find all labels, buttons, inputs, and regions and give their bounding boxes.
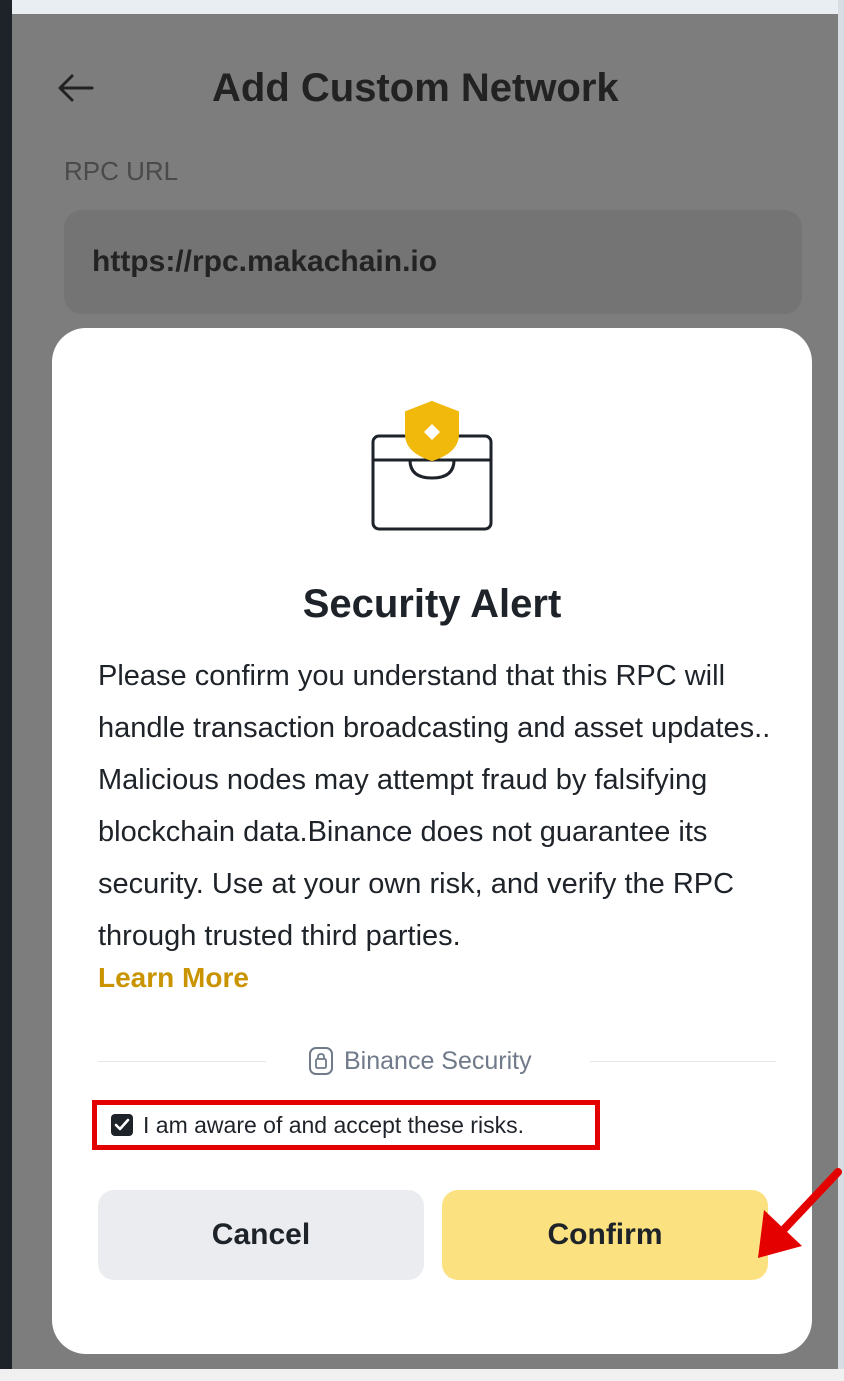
confirm-button[interactable]: Confirm bbox=[442, 1190, 768, 1280]
lock-icon bbox=[309, 1047, 333, 1075]
rpc-url-value: https://rpc.makachain.io bbox=[92, 245, 438, 278]
security-alert-modal: Security Alert Please confirm you unders… bbox=[52, 328, 812, 1354]
red-arrow-annotation bbox=[758, 1168, 842, 1258]
bottom-edge-bar bbox=[0, 1369, 844, 1381]
risk-acknowledgement-row[interactable]: I am aware of and accept these risks. bbox=[92, 1100, 600, 1150]
dimmed-page: Add Custom Network RPC URL https://rpc.m… bbox=[12, 14, 838, 1369]
learn-more-link[interactable]: Learn More bbox=[98, 962, 249, 994]
binance-security-badge: Binance Security bbox=[308, 1044, 532, 1078]
risk-checkbox-label: I am aware of and accept these risks. bbox=[143, 1111, 524, 1138]
divider-left bbox=[98, 1061, 266, 1062]
back-arrow-icon[interactable] bbox=[52, 64, 100, 112]
rpc-url-input[interactable]: https://rpc.makachain.io bbox=[64, 210, 802, 314]
security-badge-label: Binance Security bbox=[344, 1046, 532, 1075]
rpc-url-label: RPC URL bbox=[64, 156, 179, 186]
left-edge-strip bbox=[0, 0, 12, 1381]
risk-checkbox[interactable] bbox=[111, 1114, 133, 1136]
divider-right bbox=[590, 1061, 776, 1062]
page-title: Add Custom Network bbox=[212, 66, 619, 110]
checkmark-icon bbox=[114, 1118, 130, 1131]
page-header: Add Custom Network bbox=[12, 54, 838, 134]
alert-body-text: Please confirm you understand that this … bbox=[98, 660, 771, 952]
alert-title: Security Alert bbox=[302, 582, 562, 626]
cancel-button[interactable]: Cancel bbox=[98, 1190, 424, 1280]
wallet-shield-icon bbox=[371, 400, 493, 531]
screenshot-frame: Add Custom Network RPC URL https://rpc.m… bbox=[0, 0, 844, 1381]
